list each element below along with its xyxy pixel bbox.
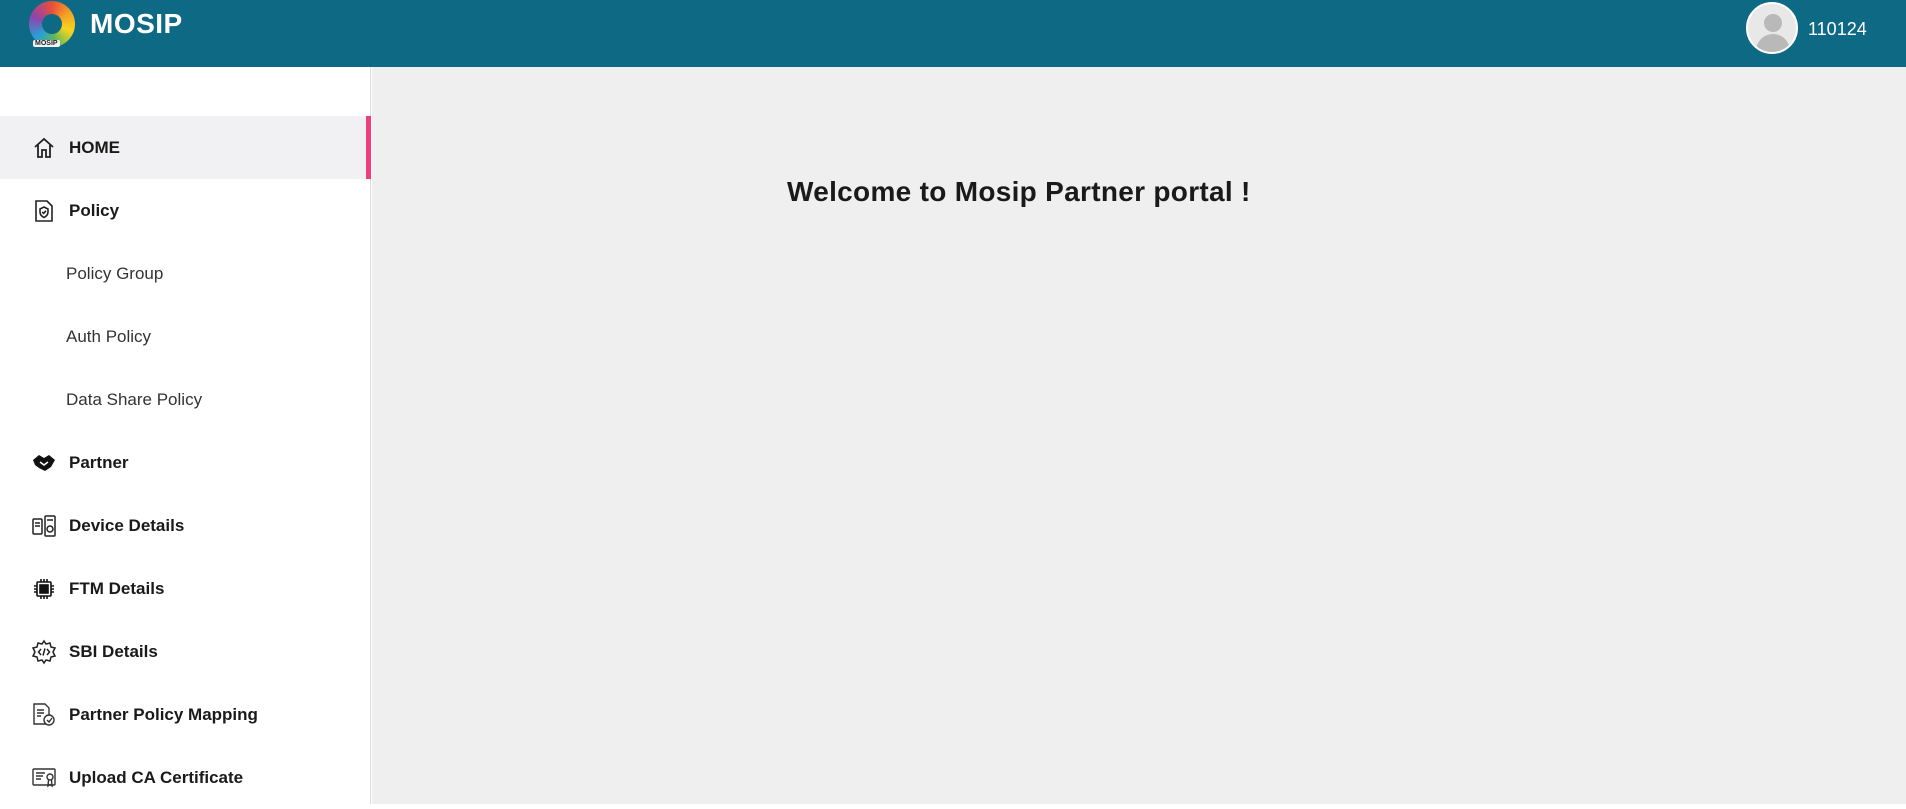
mapping-document-icon: [31, 702, 57, 728]
sidebar-subitem-data-share-policy[interactable]: Data Share Policy: [0, 368, 371, 431]
sidebar-item-label: SBI Details: [69, 641, 158, 661]
sidebar-item-home[interactable]: HOME: [0, 116, 371, 179]
handshake-icon: [31, 450, 57, 476]
gear-code-icon: [31, 639, 57, 665]
sidebar-item-label: Partner: [69, 452, 129, 472]
sidebar-item-label: Device Details: [69, 515, 185, 535]
sidebar-item-label: Policy: [69, 200, 120, 220]
sidebar: HOME Policy Policy Group Auth Policy Dat…: [0, 67, 371, 804]
sidebar-subitem-label: Policy Group: [66, 263, 164, 283]
user-avatar-icon[interactable]: [1746, 2, 1798, 54]
username[interactable]: 110124: [1808, 19, 1867, 40]
policy-document-icon: [31, 198, 57, 224]
sidebar-item-label: Partner Policy Mapping: [69, 704, 258, 724]
avatar-body: [1756, 34, 1790, 52]
devices-icon: [31, 513, 57, 539]
top-header: MOSIP MOSIP 110124: [0, 0, 1906, 67]
sidebar-subitem-label: Data Share Policy: [66, 389, 203, 409]
welcome-heading: Welcome to Mosip Partner portal !: [787, 176, 1251, 207]
sidebar-item-ftm-details[interactable]: FTM Details: [0, 557, 371, 620]
home-icon: [31, 135, 57, 161]
sidebar-item-partner-policy-mapping[interactable]: Partner Policy Mapping: [0, 683, 371, 746]
sidebar-item-partner[interactable]: Partner: [0, 431, 371, 494]
sidebar-item-label: FTM Details: [69, 578, 165, 598]
chip-icon: [31, 576, 57, 602]
logo-text: MOSIP: [33, 40, 60, 47]
sidebar-item-sbi-details[interactable]: SBI Details: [0, 620, 371, 683]
sidebar-subitem-label: Auth Policy: [66, 326, 152, 346]
sidebar-subitem-auth-policy[interactable]: Auth Policy: [0, 305, 371, 368]
sidebar-subitem-policy-group[interactable]: Policy Group: [0, 242, 371, 305]
avatar-head: [1764, 14, 1782, 32]
sidebar-item-label: HOME: [69, 137, 120, 157]
sidebar-item-device-details[interactable]: Device Details: [0, 494, 371, 557]
sidebar-item-label: Upload CA Certificate: [69, 767, 244, 787]
main-content: Welcome to Mosip Partner portal !: [372, 67, 1906, 804]
sidebar-item-policy[interactable]: Policy: [0, 179, 371, 242]
app-title: MOSIP: [90, 8, 183, 39]
sidebar-item-upload-ca-certificate[interactable]: Upload CA Certificate: [0, 746, 371, 809]
certificate-icon: [31, 765, 57, 791]
